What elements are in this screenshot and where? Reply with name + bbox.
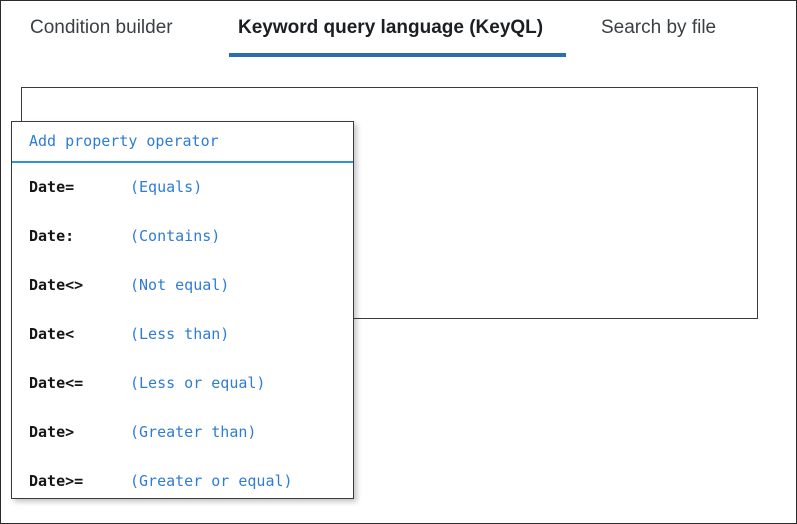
operator-option-equals[interactable]: Date= (Equals) (12, 165, 353, 214)
operator-token: Date< (29, 325, 75, 343)
operator-option-greater-or-equal[interactable]: Date>= (Greater or equal) (12, 459, 353, 508)
operator-option-not-equal[interactable]: Date<> (Not equal) (12, 263, 353, 312)
operator-token: Date<> (29, 276, 84, 294)
operator-token: Date: (29, 227, 75, 245)
resize-handle-icon[interactable] (740, 301, 755, 316)
operator-option-greater-than[interactable]: Date> (Greater than) (12, 410, 353, 459)
operator-token: Date<= (29, 374, 84, 392)
operator-token: Date>= (29, 472, 84, 490)
operator-label: (Equals) (130, 178, 203, 196)
tab-condition-builder[interactable]: Condition builder (30, 15, 173, 41)
property-operator-dropdown: Add property operator Date= (Equals) Dat… (11, 121, 354, 499)
operator-token: Date> (29, 423, 75, 441)
keyql-query-panel: Condition builder Keyword query language… (0, 0, 797, 524)
operator-token: Date= (29, 178, 75, 196)
tab-search-by-file[interactable]: Search by file (601, 15, 716, 41)
tab-keyword-query-language[interactable]: Keyword query language (KeyQL) (238, 15, 543, 41)
dropdown-header: Add property operator (12, 122, 353, 163)
tab-strip: Condition builder Keyword query language… (1, 1, 796, 59)
operator-label: (Less than) (130, 325, 230, 343)
operator-option-less-than[interactable]: Date< (Less than) (12, 312, 353, 361)
operator-label: (Less or equal) (130, 374, 266, 392)
operator-option-list: Date= (Equals) Date: (Contains) Date<> (… (12, 165, 353, 508)
operator-label: (Greater or equal) (130, 472, 293, 490)
active-tab-underline (229, 53, 566, 57)
operator-label: (Contains) (130, 227, 221, 245)
operator-label: (Not equal) (130, 276, 230, 294)
dropdown-header-label: Add property operator (29, 132, 219, 150)
operator-option-contains[interactable]: Date: (Contains) (12, 214, 353, 263)
operator-option-less-or-equal[interactable]: Date<= (Less or equal) (12, 361, 353, 410)
operator-label: (Greater than) (130, 423, 257, 441)
